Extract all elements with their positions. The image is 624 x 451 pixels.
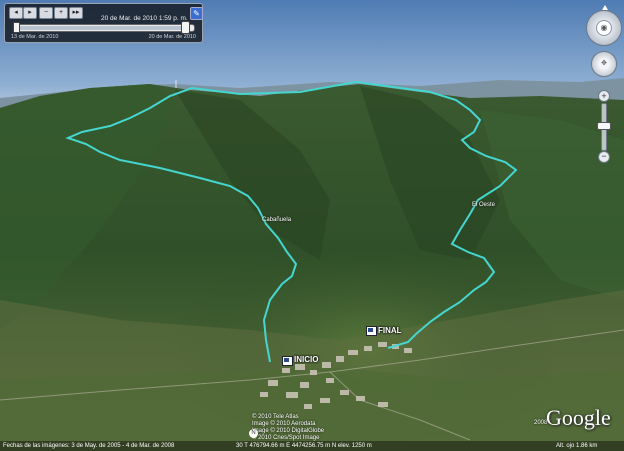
zoom-out-time-icon[interactable]: − xyxy=(39,7,53,19)
time-slider-panel: ◂ ▸ − + ▸▸ 20 de Mar. de 2010 1:59 p. m.… xyxy=(4,3,203,43)
copyright-line: Image © 2010 DigitalGlobe xyxy=(252,428,325,434)
pointer-coordinates: 30 T 476794.66 m E 4474256.75 m N elev. … xyxy=(236,443,372,449)
google-logo: Google xyxy=(546,405,611,430)
time-slider-end-handle[interactable] xyxy=(181,21,190,34)
time-slider-start-handle[interactable] xyxy=(13,22,20,33)
copyright-line: © 2010 Tele Atlas xyxy=(252,414,299,420)
waypoint-left-label[interactable]: Cabañuela xyxy=(262,217,291,223)
time-slider-track[interactable] xyxy=(13,24,195,32)
imagery-dates: Fechas de las imágenes: 3 de May. de 200… xyxy=(3,443,175,449)
copyright-line: Image © 2010 Aerodata xyxy=(252,421,316,427)
time-forward-icon[interactable]: ▸▸ xyxy=(69,7,83,19)
zoom-slider-handle[interactable] xyxy=(597,122,611,130)
waypoint-right-label[interactable]: El Oeste xyxy=(472,202,495,208)
north-arrow-icon[interactable] xyxy=(602,5,608,10)
wrench-icon[interactable]: ✎ xyxy=(190,7,203,20)
zoom-in-button[interactable]: + xyxy=(598,90,610,102)
north-badge-icon: N xyxy=(249,429,258,438)
current-date: 20 de Mar. de 2010 1:59 p. m. xyxy=(101,15,188,22)
status-bar: Fechas de las imágenes: 3 de May. de 200… xyxy=(0,441,624,451)
eye-altitude: Alt. ojo 1.86 km xyxy=(556,443,598,449)
inicio-flag-icon[interactable] xyxy=(282,356,293,366)
time-play-icon[interactable]: ▸ xyxy=(23,7,37,19)
move-control[interactable]: ✥ xyxy=(591,51,617,77)
slider-end-date: 20 de Mar. de 2010 xyxy=(148,34,196,40)
eye-icon[interactable]: ◉ xyxy=(596,20,612,36)
zoom-out-button[interactable]: − xyxy=(598,151,610,163)
time-back-icon[interactable]: ◂ xyxy=(9,7,23,19)
final-flag-icon[interactable] xyxy=(366,326,377,336)
time-range xyxy=(16,26,186,30)
copyright-block: © 2010 Tele Atlas Image © 2010 Aerodata … xyxy=(252,414,372,442)
final-label[interactable]: FINAL xyxy=(378,326,402,335)
terrain-view[interactable] xyxy=(0,0,624,451)
zoom-in-time-icon[interactable]: + xyxy=(54,7,68,19)
slider-start-date: 13 de Mar. de 2010 xyxy=(11,34,59,40)
inicio-label[interactable]: INICIO xyxy=(294,355,318,364)
